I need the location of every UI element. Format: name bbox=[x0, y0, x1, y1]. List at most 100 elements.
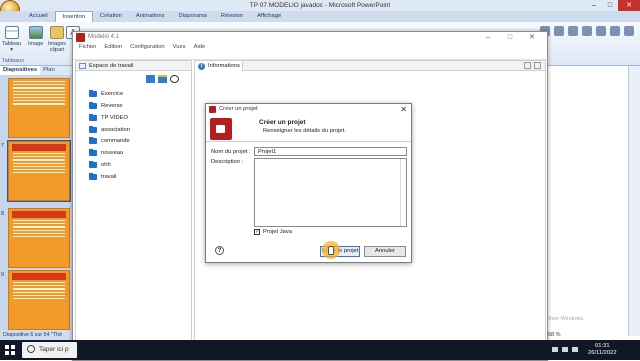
modelio-title-bar: Modelio 4.1 – □ ✕ bbox=[73, 32, 547, 43]
table-button-arrow: ▾ bbox=[10, 47, 14, 53]
modelio-menu-bar: Fichier Edition Configuration Vues Aide bbox=[73, 43, 547, 53]
table-button[interactable]: Tableau ▾ bbox=[2, 26, 21, 53]
clock-time: 01:31 bbox=[595, 343, 610, 349]
media-icon[interactable] bbox=[596, 26, 606, 36]
gear-icon[interactable] bbox=[582, 26, 592, 36]
folder-icon bbox=[89, 160, 97, 168]
modelio-logo-icon bbox=[209, 106, 216, 113]
close-icon[interactable]: ✕ bbox=[618, 0, 640, 11]
minimize-icon[interactable]: – bbox=[477, 32, 499, 43]
menu-aide[interactable]: Aide bbox=[190, 43, 210, 53]
ribbon-tabs: Accueil Insertion Création Animations Di… bbox=[0, 11, 640, 22]
workspace-title: Espace de travail bbox=[89, 63, 134, 69]
ribbon-group-label: Tableaux bbox=[2, 58, 25, 64]
project-item-exercice[interactable]: Exercice bbox=[89, 89, 123, 99]
zoom-control[interactable]: 68 % bbox=[548, 330, 640, 340]
slide-thumbnail[interactable] bbox=[8, 208, 70, 268]
java-project-checkbox[interactable]: ✓ bbox=[254, 229, 260, 235]
project-name-label: Nom du projet : bbox=[211, 149, 251, 155]
project-item-commande[interactable]: commande bbox=[89, 136, 130, 146]
slide-number: 7 bbox=[1, 143, 5, 149]
project-item-travail[interactable]: travail bbox=[89, 172, 116, 182]
tab-accueil[interactable]: Accueil bbox=[22, 11, 55, 22]
slide-thumbnail[interactable] bbox=[8, 270, 70, 330]
close-icon[interactable]: ✕ bbox=[400, 104, 407, 115]
dialog-banner: Créer un projet Renseigner les détails d… bbox=[206, 116, 411, 142]
dialog-title: Créer un projet bbox=[219, 106, 258, 112]
menu-configuration[interactable]: Configuration bbox=[126, 43, 168, 53]
tab-animations[interactable]: Animations bbox=[129, 11, 172, 22]
tab-informations[interactable]: i Informations bbox=[195, 61, 243, 71]
clipart-button[interactable]: Images clipart bbox=[48, 26, 66, 53]
table-icon bbox=[4, 26, 19, 39]
maximize-icon[interactable]: □ bbox=[602, 0, 618, 11]
powerpoint-window-title: TP 07 MODELIO javadoc - Microsoft PowerP… bbox=[249, 2, 391, 9]
project-name-input[interactable]: Projet1 bbox=[254, 147, 407, 156]
clock-date: 26/11/2022 bbox=[588, 350, 617, 356]
chart-icon[interactable] bbox=[568, 26, 578, 36]
image-button-label: Image bbox=[28, 41, 44, 47]
menu-vues[interactable]: Vues bbox=[169, 43, 190, 53]
project-item-ohh[interactable]: ohh bbox=[89, 160, 111, 170]
tab-diapositives[interactable]: Diapositives bbox=[0, 66, 41, 75]
windows-start-icon[interactable] bbox=[0, 340, 20, 360]
symbol-icon[interactable] bbox=[624, 26, 634, 36]
image-button[interactable]: Image bbox=[28, 26, 43, 47]
slide-thumbnail[interactable] bbox=[7, 140, 71, 202]
menu-edition[interactable]: Edition bbox=[100, 43, 126, 53]
refresh-icon[interactable] bbox=[170, 75, 179, 83]
project-item-association[interactable]: association bbox=[89, 125, 130, 135]
maximize-icon[interactable]: □ bbox=[499, 32, 521, 43]
description-scrollbar[interactable] bbox=[400, 159, 406, 226]
tab-creation[interactable]: Création bbox=[93, 11, 129, 22]
tab-plan[interactable]: Plan bbox=[40, 66, 58, 75]
project-item-reverse[interactable]: Reverse bbox=[89, 101, 123, 111]
java-project-option[interactable]: ✓ Projet Java bbox=[254, 228, 292, 236]
description-textarea[interactable] bbox=[254, 158, 407, 227]
project-banner-icon bbox=[210, 118, 232, 140]
clock[interactable]: 01:31 26/11/2022 bbox=[588, 343, 617, 357]
folder-icon bbox=[89, 148, 97, 156]
maximize-panel-icon[interactable] bbox=[534, 62, 541, 69]
project-label: nouveau bbox=[101, 150, 124, 156]
project-item-nouveau[interactable]: nouveau bbox=[89, 148, 123, 158]
help-icon[interactable]: ? bbox=[215, 246, 224, 255]
slides-pane-tabs: Diapositives Plan bbox=[0, 66, 73, 75]
tab-revision[interactable]: Révision bbox=[214, 11, 250, 22]
create-project-dialog: Créer un projet ✕ Créer un projet Rensei… bbox=[205, 103, 412, 263]
smartart-icon[interactable] bbox=[554, 26, 564, 36]
zoom-level: 68 % bbox=[548, 332, 561, 338]
battery-icon[interactable] bbox=[572, 347, 578, 352]
cancel-button[interactable]: Annuler bbox=[364, 246, 406, 257]
menu-fichier[interactable]: Fichier bbox=[75, 43, 100, 53]
tab-affichage[interactable]: Affichage bbox=[250, 11, 288, 22]
clipart-button-sub: clipart bbox=[49, 47, 65, 53]
project-item-tp-video[interactable]: TP VIDEO bbox=[89, 113, 128, 123]
information-title: Informations bbox=[208, 63, 240, 69]
folder-icon bbox=[89, 89, 97, 97]
dialog-title-bar: Créer un projet ✕ bbox=[206, 104, 411, 115]
slide-scrollbar[interactable] bbox=[628, 66, 640, 336]
minimize-panel-icon[interactable] bbox=[524, 62, 531, 69]
project-label: association bbox=[101, 127, 131, 133]
close-icon[interactable]: ✕ bbox=[521, 32, 543, 43]
slides-pane: Diapositives Plan 7 8 9 bbox=[0, 66, 73, 345]
workspace-panel: Espace de travail Exercice Reverse TP VI… bbox=[75, 60, 192, 360]
network-icon[interactable] bbox=[552, 347, 558, 352]
folder-icon bbox=[89, 136, 97, 144]
folder-icon bbox=[89, 125, 97, 133]
system-tray: 01:31 26/11/2022 bbox=[540, 340, 640, 360]
tab-insertion[interactable]: Insertion bbox=[54, 11, 93, 22]
slide-thumbnail[interactable] bbox=[8, 78, 70, 138]
folder-icon bbox=[89, 172, 97, 180]
information-header: i Informations bbox=[195, 61, 545, 71]
import-project-icon[interactable] bbox=[158, 75, 167, 83]
volume-icon[interactable] bbox=[562, 347, 568, 352]
taskbar-search[interactable]: Taper ici p bbox=[22, 342, 77, 358]
tab-diaporama[interactable]: Diaporama bbox=[172, 11, 214, 22]
minimize-icon[interactable]: – bbox=[586, 0, 602, 11]
new-project-icon[interactable] bbox=[146, 75, 155, 83]
sound-icon[interactable] bbox=[610, 26, 620, 36]
modelio-logo-icon bbox=[76, 33, 85, 42]
project-label: Reverse bbox=[101, 103, 123, 109]
